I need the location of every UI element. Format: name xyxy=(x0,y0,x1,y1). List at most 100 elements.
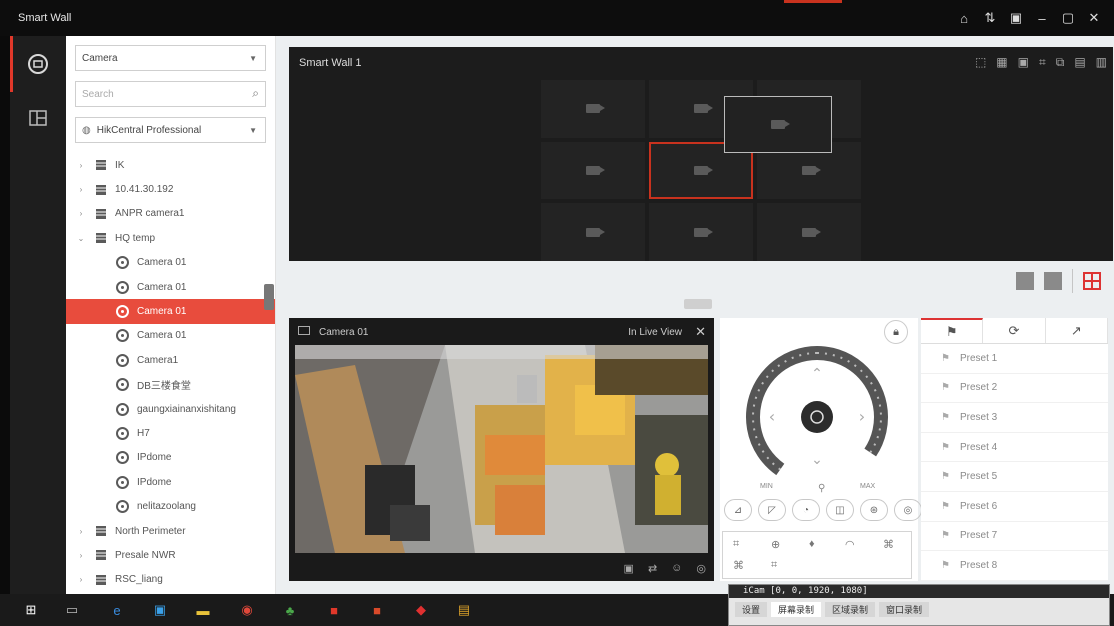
alarm-icon[interactable]: ⌂ xyxy=(956,9,972,27)
tab-pattern[interactable]: ↗ xyxy=(1046,318,1108,343)
zoom-out-button[interactable]: ◸ xyxy=(758,499,786,521)
taskbar-app-icon[interactable]: ▬ xyxy=(194,601,212,619)
preset-item[interactable]: ⚑ Preset 2 xyxy=(921,374,1108,404)
preset-item[interactable]: ⚑ Preset 7 xyxy=(921,522,1108,552)
wall-screen[interactable] xyxy=(649,203,753,261)
tree-camera-node[interactable]: DB三楼食堂 xyxy=(75,373,275,397)
taskbar-app-icon[interactable]: ▭ xyxy=(63,601,81,619)
iris-close-button[interactable]: ◎ xyxy=(894,499,922,521)
preset-item[interactable]: ⚑ Preset 5 xyxy=(921,462,1108,492)
taskbar-app-icon[interactable]: ♣ xyxy=(281,601,299,619)
tree-camera-node[interactable]: Camera 01 xyxy=(66,299,275,324)
chevron-down-icon[interactable]: ⌄ xyxy=(75,234,87,243)
tree-camera-node[interactable]: Camera 01 xyxy=(75,251,275,275)
wall-screen[interactable] xyxy=(541,141,645,200)
recorder-tab-window[interactable]: 窗口录制 xyxy=(879,602,930,617)
preset-item[interactable]: ⚑ Preset 1 xyxy=(921,344,1108,374)
tree-camera-node[interactable]: IPdome xyxy=(75,470,275,494)
preset-item[interactable]: ⚑ Preset 8 xyxy=(921,551,1108,581)
tab-presets[interactable]: ⚑ xyxy=(921,318,984,343)
start-menu-icon[interactable]: ⊞ xyxy=(22,601,40,619)
preset-item[interactable]: ⚑ Preset 3 xyxy=(921,403,1108,433)
chevron-right-icon[interactable]: › xyxy=(75,551,87,560)
link-icon[interactable]: ⌗ xyxy=(1039,55,1046,70)
wall-screen[interactable] xyxy=(541,80,645,138)
live-video[interactable] xyxy=(295,345,708,553)
ptz-dial[interactable]: ⌃ ⌄ ‹ › xyxy=(742,342,892,492)
tree-device-node[interactable]: › 10.41.30.192 xyxy=(75,177,275,201)
recorder-tab-settings[interactable]: 设置 xyxy=(735,602,768,617)
wiper-icon[interactable]: ◠ xyxy=(845,538,855,551)
taskbar-app-icon[interactable]: ◉ xyxy=(238,601,256,619)
panel-collapse-handle[interactable] xyxy=(264,284,274,310)
fullscreen-icon[interactable]: ▣ xyxy=(1008,9,1024,27)
tree-device-node[interactable]: › Presale NWR xyxy=(75,543,275,567)
tree-camera-node[interactable]: Camera1 xyxy=(75,348,275,372)
tree-camera-node[interactable]: gaungxiainanxishitang xyxy=(75,397,275,421)
recorder-tab-screen[interactable]: 屏幕录制 xyxy=(771,602,822,617)
tree-camera-node[interactable]: IPdome xyxy=(75,446,275,470)
layout-grid-button[interactable] xyxy=(1083,272,1101,290)
preset-item[interactable]: ⚑ Preset 6 xyxy=(921,492,1108,522)
taskbar-app-icon[interactable]: ▤ xyxy=(455,601,473,619)
site-select[interactable]: ◍ HikCentral Professional ▼ xyxy=(75,117,266,143)
chevron-right-icon[interactable]: › xyxy=(75,161,87,170)
close-icon[interactable]: ✕ xyxy=(1086,9,1102,27)
auto-scan-icon[interactable]: ⌘ xyxy=(883,538,894,551)
tree-camera-node[interactable]: nelitazoolang xyxy=(75,494,275,518)
3d-zoom-icon[interactable]: ⌗ xyxy=(733,538,739,551)
taskbar-app-icon[interactable]: e xyxy=(108,601,126,619)
tree-device-node[interactable]: › ANPR camera1 xyxy=(75,202,275,226)
tree-device-node[interactable]: ⌄ HQ temp xyxy=(75,226,275,250)
save-icon[interactable]: ▤ xyxy=(1074,55,1085,70)
wall-screen[interactable] xyxy=(757,203,861,261)
window-division-icon[interactable]: ⬚ xyxy=(975,55,986,70)
focus-near-button[interactable]: ◔ xyxy=(792,499,820,521)
layout-2x2-button[interactable] xyxy=(1016,272,1034,290)
taskbar-app-icon[interactable]: ◆ xyxy=(412,601,430,619)
minimize-icon[interactable]: – xyxy=(1034,9,1050,27)
taskbar-app-icon[interactable]: ▣ xyxy=(151,601,169,619)
layout-1x2-button[interactable] xyxy=(1044,272,1062,290)
roaming-window[interactable] xyxy=(724,96,832,153)
iris-open-button[interactable]: ⊛ xyxy=(860,499,888,521)
chevron-right-icon[interactable]: › xyxy=(75,209,87,218)
layout-nav-icon[interactable] xyxy=(26,106,50,130)
park-icon[interactable]: ⌗ xyxy=(771,559,777,572)
recorder-tab-region[interactable]: 区域录制 xyxy=(825,602,876,617)
tree-device-node[interactable]: › North Perimeter xyxy=(75,519,275,543)
taskbar-app-icon[interactable]: ■ xyxy=(325,601,343,619)
view-icon[interactable]: ▥ xyxy=(1096,55,1107,70)
chevron-right-icon[interactable]: › xyxy=(75,185,87,194)
switch-icon[interactable]: ⇄ xyxy=(648,562,657,575)
sort-icon[interactable]: ⇅ xyxy=(982,9,998,27)
wall-screen[interactable] xyxy=(541,203,645,261)
grid-icon[interactable]: ▦ xyxy=(996,55,1007,70)
close-icon[interactable]: ✕ xyxy=(695,324,706,340)
zoom-search-icon[interactable]: ⊕ xyxy=(771,538,780,551)
tree-device-node[interactable]: › RSC_liang xyxy=(75,568,275,592)
focus-far-button[interactable]: ◫ xyxy=(826,499,854,521)
tree-camera-node[interactable]: Camera 01 xyxy=(75,324,275,348)
tree-device-node[interactable]: › IK xyxy=(75,153,275,177)
tab-patrol[interactable]: ⟳ xyxy=(983,318,1046,343)
pane-splitter[interactable] xyxy=(684,299,712,309)
chevron-right-icon[interactable]: › xyxy=(75,575,87,584)
one-touch-icon[interactable]: ⌘ xyxy=(733,559,744,572)
maximize-icon[interactable]: ▢ xyxy=(1060,9,1076,27)
light-icon[interactable]: ♦ xyxy=(809,538,815,550)
taskbar-app-icon[interactable]: ■ xyxy=(368,601,386,619)
search-input[interactable]: Search ⌕ xyxy=(75,81,266,107)
preset-item[interactable]: ⚑ Preset 4 xyxy=(921,433,1108,463)
capture-icon[interactable]: ▣ xyxy=(624,562,634,575)
tree-camera-node[interactable]: H7 xyxy=(75,421,275,445)
zoom-in-button[interactable]: ⊿ xyxy=(724,499,752,521)
lock-icon[interactable]: 🔒︎ xyxy=(884,320,908,344)
chevron-right-icon[interactable]: › xyxy=(75,527,87,536)
source-select[interactable]: Camera ▼ xyxy=(75,45,266,71)
target-icon[interactable]: ◎ xyxy=(696,562,706,575)
roaming-window-icon[interactable]: ▣ xyxy=(1018,55,1029,70)
copy-icon[interactable]: ⧉ xyxy=(1056,55,1065,70)
wall-name[interactable]: Smart Wall 1 xyxy=(299,57,362,69)
tree-camera-node[interactable]: Camera 01 xyxy=(75,275,275,299)
